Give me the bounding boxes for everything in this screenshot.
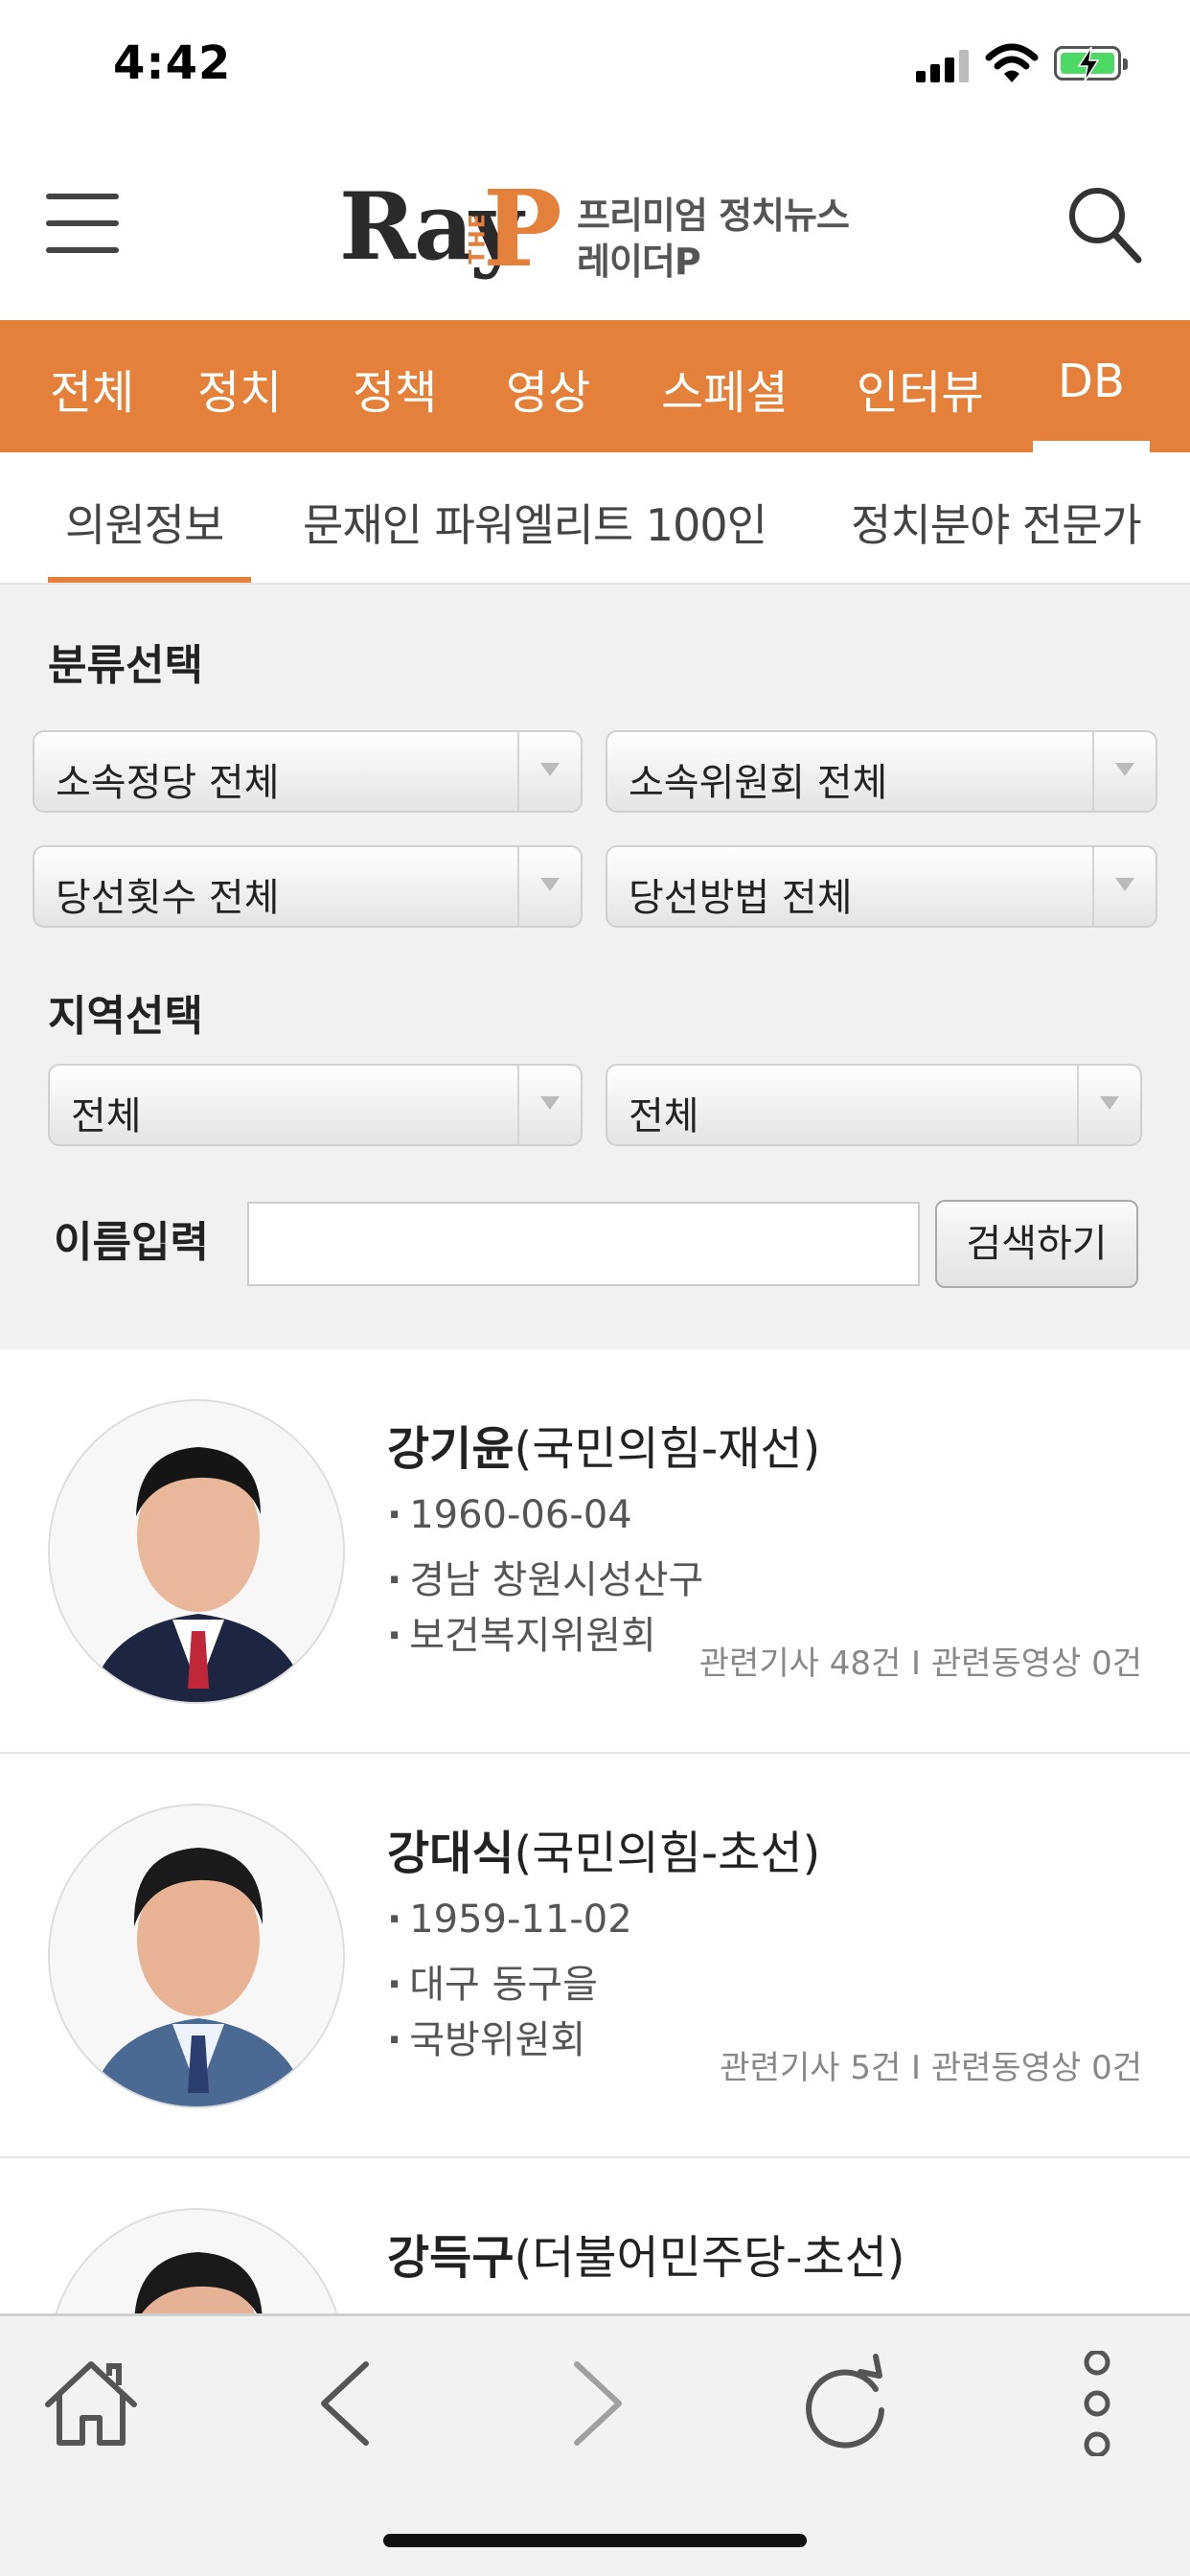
cellular-signal-icon — [916, 50, 970, 82]
region-district-select[interactable]: 전체 — [606, 1064, 1142, 1146]
name-search-input[interactable] — [247, 1202, 920, 1286]
chevron-down-icon — [1092, 732, 1156, 811]
main-nav: 전체 정치 정책 영상 스페셜 인터뷰 DB — [0, 320, 1190, 452]
nav-active-indicator — [1033, 441, 1150, 452]
nav-item-interview[interactable]: 인터뷰 — [857, 355, 983, 422]
member-photo[interactable] — [48, 1804, 345, 2108]
election-method-select[interactable]: 당선방법 전체 — [606, 845, 1157, 928]
sub-tab-active-indicator — [48, 577, 251, 583]
member-birthdate: 1960-06-04 — [387, 1493, 631, 1537]
member-affiliation: (국민의힘-재선) — [514, 1422, 821, 1476]
member-photo[interactable] — [48, 1399, 345, 1704]
reload-icon[interactable] — [793, 2351, 899, 2456]
member-related-stats[interactable]: 관련기사 48건 I 관련동영상 0건 — [699, 1637, 1142, 1684]
logo-tagline-1: 프리미엄 정치뉴스 — [577, 195, 850, 237]
member-district: 대구 동구을 — [387, 1953, 598, 2009]
member-committee: 국방위원회 — [387, 2009, 585, 2064]
wifi-icon — [985, 43, 1039, 82]
committee-select-value: 소속위원회 전체 — [629, 761, 888, 805]
chevron-left-icon[interactable] — [293, 2351, 399, 2456]
member-portrait-illustration — [50, 1806, 343, 2106]
member-name[interactable]: 강기윤(국민의힘-재선) — [387, 1411, 820, 1478]
nav-item-special[interactable]: 스페셜 — [661, 355, 788, 422]
terms-select[interactable]: 당선횟수 전체 — [33, 845, 583, 928]
member-name-text: 강기윤 — [387, 1422, 515, 1476]
tab-power-elite[interactable]: 문재인 파워엘리트 100인 — [303, 491, 767, 554]
site-header: Ray THE P 프리미엄 정치뉴스 레이더P — [0, 134, 1190, 320]
member-affiliation: (국민의힘-초선) — [514, 1827, 821, 1880]
search-icon[interactable] — [1065, 184, 1142, 264]
search-button[interactable]: 검색하기 — [935, 1200, 1138, 1288]
chevron-down-icon — [517, 847, 581, 926]
member-name[interactable]: 강대식(국민의힘-초선) — [387, 1815, 820, 1882]
hamburger-icon[interactable] — [46, 194, 119, 255]
logo-tagline-2: 레이더P — [577, 241, 701, 283]
member-related-stats[interactable]: 관련기사 5건 I 관련동영상 0건 — [720, 2041, 1142, 2088]
member-name[interactable]: 강득구(더불어민주당-초선) — [387, 2220, 905, 2287]
nav-item-all[interactable]: 전체 — [50, 355, 134, 422]
party-select-value: 소속정당 전체 — [56, 761, 280, 805]
member-portrait-illustration — [50, 1401, 343, 1702]
nav-item-politics[interactable]: 정치 — [197, 355, 282, 422]
terms-select-value: 당선횟수 전체 — [56, 876, 280, 920]
member-affiliation: (더불어민주당-초선) — [514, 2231, 905, 2285]
committee-select[interactable]: 소속위원회 전체 — [606, 730, 1157, 813]
member-name-text: 강득구 — [387, 2231, 515, 2285]
tab-member-info[interactable]: 의원정보 — [65, 491, 224, 554]
battery-icon — [1054, 46, 1128, 81]
chevron-down-icon — [1077, 1066, 1140, 1144]
nav-item-video[interactable]: 영상 — [506, 355, 590, 422]
more-vertical-icon[interactable] — [1044, 2351, 1150, 2456]
chevron-down-icon — [1092, 847, 1156, 926]
home-indicator[interactable] — [383, 2534, 807, 2547]
member-list-item[interactable]: 강득구(더불어민주당-초선) — [0, 2158, 1190, 2313]
chevron-down-icon — [517, 732, 581, 811]
chevron-right-icon[interactable] — [544, 2351, 650, 2456]
sub-tabs: 의원정보 문재인 파워엘리트 100인 정치분야 전문가 — [0, 452, 1190, 585]
region-province-value: 전체 — [71, 1094, 142, 1138]
nav-item-db[interactable]: DB — [1058, 355, 1125, 408]
logo-p-text: P — [483, 167, 562, 290]
name-input-label: 이름입력 — [54, 1218, 209, 1267]
nav-item-policy[interactable]: 정책 — [353, 355, 437, 422]
region-province-select[interactable]: 전체 — [48, 1064, 583, 1146]
home-icon[interactable] — [38, 2351, 144, 2456]
status-bar: 4:42 — [0, 0, 1190, 134]
region-district-value: 전체 — [629, 1094, 699, 1138]
status-time: 4:42 — [113, 36, 232, 90]
site-logo[interactable]: Ray THE P 프리미엄 정치뉴스 레이더P — [339, 167, 857, 290]
member-photo[interactable] — [48, 2208, 345, 2313]
election-method-select-value: 당선방법 전체 — [629, 876, 853, 920]
member-birthdate: 1959-11-02 — [387, 1898, 631, 1942]
party-select[interactable]: 소속정당 전체 — [33, 730, 583, 813]
chevron-down-icon — [517, 1066, 581, 1144]
member-name-text: 강대식 — [387, 1827, 515, 1880]
member-portrait-illustration — [50, 2210, 343, 2313]
member-list-item[interactable]: 강대식(국민의힘-초선) 1959-11-02 대구 동구을 국방위원회 관련기… — [0, 1754, 1190, 2158]
member-committee: 보건복지위원회 — [387, 1604, 656, 1660]
category-section-title: 분류선택 — [48, 641, 203, 690]
member-district: 경남 창원시성산구 — [387, 1549, 703, 1604]
filter-panel: 분류선택 소속정당 전체 소속위원회 전체 당선횟수 전체 당선방법 전체 지역… — [0, 585, 1190, 1349]
tab-political-experts[interactable]: 정치분야 전문가 — [851, 491, 1142, 554]
region-section-title: 지역선택 — [48, 992, 203, 1041]
member-list-item[interactable]: 강기윤(국민의힘-재선) 1960-06-04 경남 창원시성산구 보건복지위원… — [0, 1349, 1190, 1754]
